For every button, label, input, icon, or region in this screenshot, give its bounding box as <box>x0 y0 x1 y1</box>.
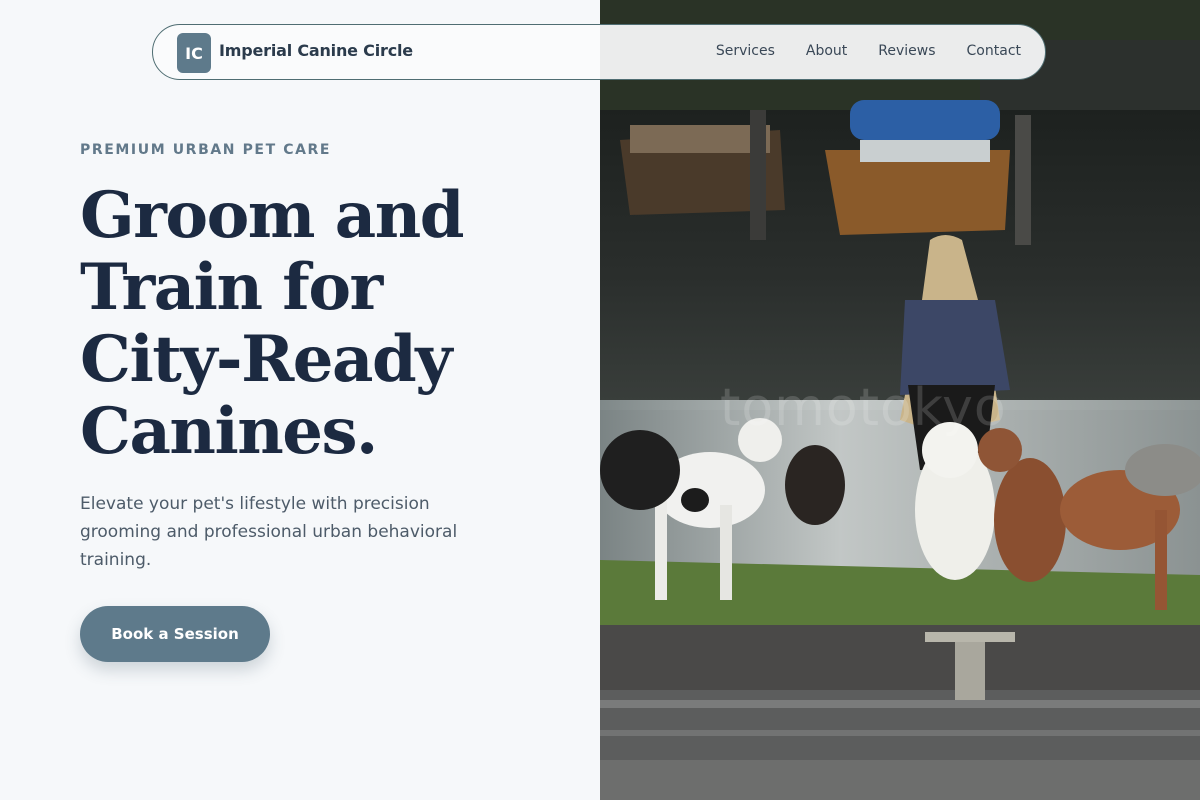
hero-subtext: Elevate your pet's lifestyle with precis… <box>80 494 458 570</box>
nav-link-reviews[interactable]: Reviews <box>878 43 935 59</box>
hero-eyebrow: PREMIUM URBAN PET CARE <box>80 142 332 158</box>
hero-photo: tomotokyo <box>600 0 1200 800</box>
brand-logo-mark[interactable]: IC <box>177 33 211 73</box>
brand-name[interactable]: Imperial Canine Circle <box>219 41 413 60</box>
photo-watermark: tomotokyo <box>720 378 1007 438</box>
nav-link-services[interactable]: Services <box>716 43 775 59</box>
nav-link-contact[interactable]: Contact <box>967 43 1021 59</box>
nav-link-about[interactable]: About <box>806 43 847 59</box>
nav-links: Services About Reviews Contact <box>716 43 1021 59</box>
top-navbar: IC Imperial Canine Circle Services About… <box>152 24 1046 80</box>
hero-headline: Groom and Train for City-Ready Canines. <box>80 178 465 469</box>
hero-text-panel: PREMIUM URBAN PET CARE Groom and Train f… <box>0 0 600 800</box>
book-session-button[interactable]: Book a Session <box>80 606 270 662</box>
